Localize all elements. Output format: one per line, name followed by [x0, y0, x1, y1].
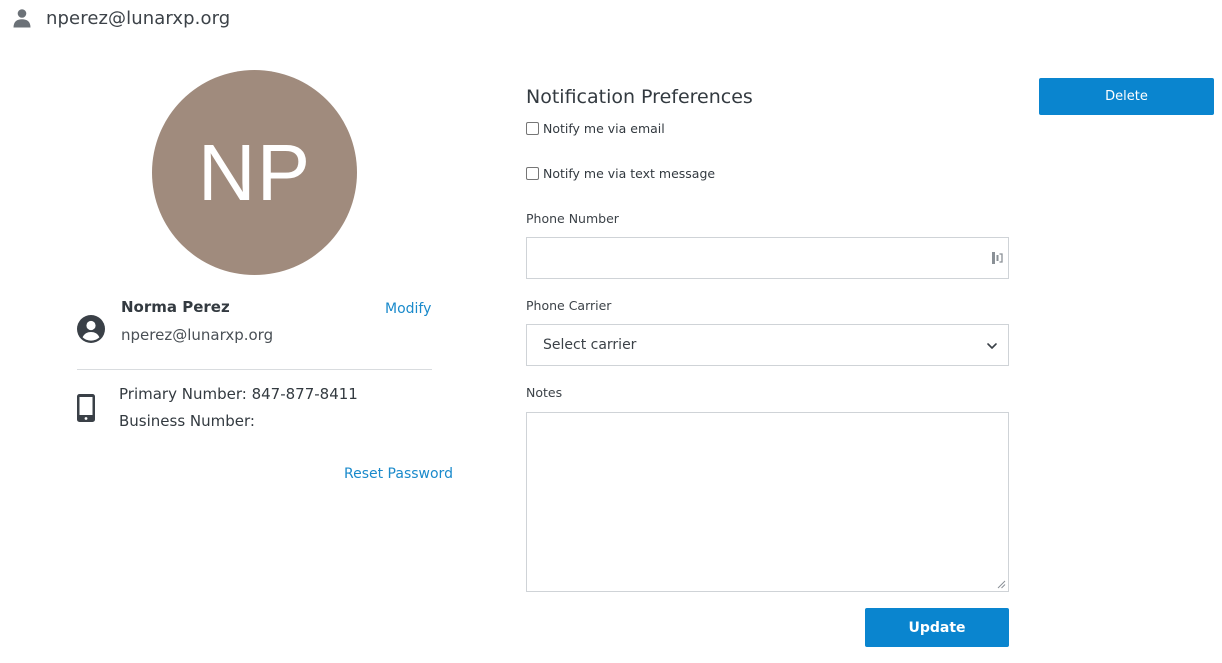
primary-number-label: Primary Number: — [119, 385, 247, 403]
update-button[interactable]: Update — [865, 608, 1009, 647]
notify-email-checkbox[interactable] — [526, 122, 539, 135]
header-user-email: nperez@lunarxp.org — [46, 7, 231, 29]
chevron-down-icon — [987, 343, 997, 349]
phone-number-input[interactable] — [526, 237, 1009, 279]
modify-link[interactable]: Modify — [385, 301, 431, 317]
avatar-initials: NP — [197, 127, 312, 217]
account-header: nperez@lunarxp.org — [12, 4, 230, 32]
business-number: Business Number: — [119, 412, 255, 430]
profile-email: nperez@lunarxp.org — [121, 326, 274, 344]
avatar: NP — [152, 70, 357, 275]
phone-carrier-label: Phone Carrier — [526, 298, 612, 313]
business-number-label: Business Number: — [119, 412, 255, 430]
reset-password-link[interactable]: Reset Password — [344, 466, 453, 482]
notify-email-row[interactable]: Notify me via email — [526, 121, 665, 136]
notify-text-label[interactable]: Notify me via text message — [543, 166, 715, 181]
notify-text-checkbox[interactable] — [526, 167, 539, 180]
phone-carrier-selected: Select carrier — [543, 337, 637, 353]
notification-preferences-title: Notification Preferences — [526, 86, 753, 108]
resize-handle-icon[interactable] — [997, 580, 1006, 589]
user-icon — [13, 9, 31, 28]
phone-number-label: Phone Number — [526, 211, 619, 226]
profile-divider — [77, 369, 432, 370]
primary-number-value: 847-877-8411 — [251, 385, 358, 403]
mobile-phone-icon — [77, 394, 95, 422]
account-circle-icon — [77, 315, 105, 343]
primary-number: Primary Number: 847-877-8411 — [119, 385, 358, 403]
notify-text-row[interactable]: Notify me via text message — [526, 166, 715, 181]
notify-email-label[interactable]: Notify me via email — [543, 121, 665, 136]
notes-label: Notes — [526, 385, 563, 400]
notes-textarea[interactable] — [526, 412, 1009, 592]
autofill-icon[interactable] — [991, 251, 1003, 265]
delete-button[interactable]: Delete — [1039, 78, 1214, 115]
profile-name: Norma Perez — [121, 298, 230, 316]
phone-carrier-select[interactable]: Select carrier — [526, 324, 1009, 366]
